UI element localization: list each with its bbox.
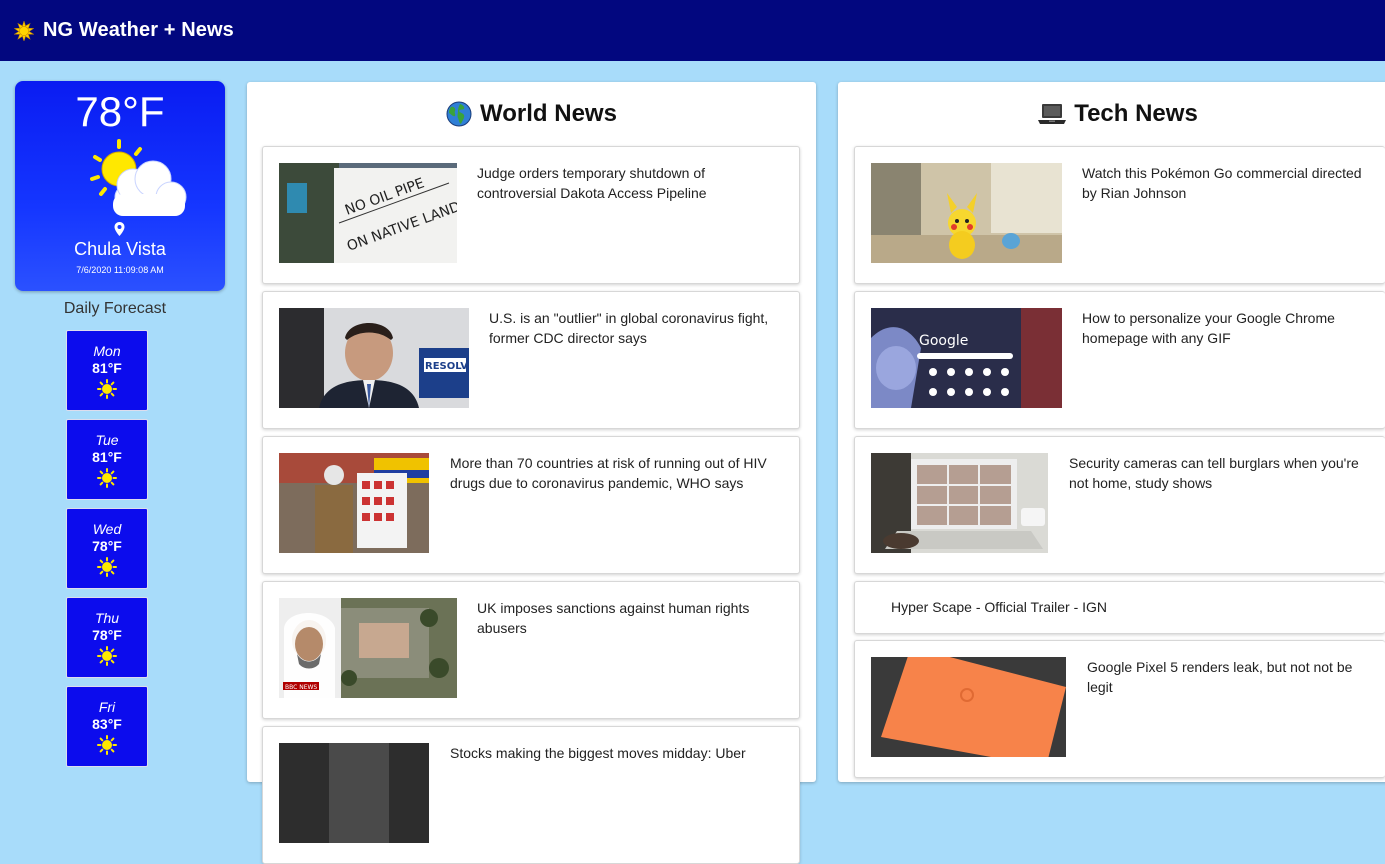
forecast-day-temp: 78°F [92, 627, 122, 643]
sun-icon [14, 20, 34, 41]
article-thumbnail [279, 743, 429, 843]
tech-news-title-text: Tech News [1074, 100, 1198, 127]
world-article-1[interactable]: NO OIL PIPE ON NATIVE LAND! Judge orders… [262, 146, 800, 284]
forecast-day-temp: 81°F [92, 360, 122, 376]
current-temperature: 78°F [75, 88, 165, 135]
forecast-day-name: Wed [92, 521, 122, 537]
app-title: NG Weather + News [43, 19, 234, 41]
article-thumbnail: Google [871, 308, 1062, 408]
article-thumbnail [871, 657, 1066, 757]
article-headline[interactable]: Stocks making the biggest moves midday: … [450, 743, 780, 763]
forecast-day-name: Thu [94, 610, 120, 626]
article-headline[interactable]: More than 70 countries at risk of runnin… [450, 453, 780, 493]
tech-news-title: Tech News [838, 96, 1385, 132]
forecast-day-mon[interactable]: Mon 81°F [66, 330, 148, 411]
article-thumbnail: RESOLVE [279, 308, 469, 408]
globe-icon [446, 101, 472, 127]
article-thumbnail: BBC NEWS [279, 598, 457, 698]
article-thumbnail [871, 163, 1062, 263]
forecast-heading: Daily Forecast [63, 300, 167, 317]
forecast-day-temp: 83°F [92, 716, 122, 732]
tech-article-2[interactable]: Google How to personalize your Google Ch… [854, 291, 1385, 429]
article-headline[interactable]: Hyper Scape - Official Trailer - IGN [891, 597, 1291, 617]
laptop-icon [1038, 104, 1067, 124]
article-headline[interactable]: Watch this Pokémon Go commercial directe… [1082, 163, 1372, 203]
article-thumbnail [871, 453, 1048, 553]
sun-icon [97, 735, 117, 755]
app-header: NG Weather + News [0, 0, 1385, 61]
tech-article-3[interactable]: Security cameras can tell burglars when … [854, 436, 1385, 574]
article-headline[interactable]: Security cameras can tell burglars when … [1069, 453, 1369, 493]
forecast-day-wed[interactable]: Wed 78°F [66, 508, 148, 589]
article-thumbnail [279, 453, 429, 553]
tech-article-4[interactable]: Hyper Scape - Official Trailer - IGN [854, 581, 1385, 634]
sun-icon [97, 646, 117, 666]
sun-icon [97, 468, 117, 488]
article-headline[interactable]: How to personalize your Google Chrome ho… [1082, 308, 1372, 348]
article-headline[interactable]: U.S. is an "outlier" in global coronavir… [489, 308, 779, 348]
sun-icon [97, 379, 117, 399]
world-article-5[interactable]: Stocks making the biggest moves midday: … [262, 726, 800, 864]
brand[interactable]: NG Weather + News [14, 19, 234, 42]
world-article-3[interactable]: More than 70 countries at risk of runnin… [262, 436, 800, 574]
sun-icon [97, 557, 117, 577]
forecast-day-name: Mon [93, 343, 121, 359]
world-article-4[interactable]: BBC NEWS UK imposes sanctions against hu… [262, 581, 800, 719]
svg-text:Google: Google [919, 333, 968, 349]
location-pin-icon [114, 222, 125, 236]
current-weather-card: 78°F Chula Vista 7/6/2020 11:09:08 AM [15, 81, 225, 291]
tech-article-5[interactable]: Google Pixel 5 renders leak, but not not… [854, 640, 1385, 778]
world-article-2[interactable]: RESOLVE U.S. is an "outlier" in global c… [262, 291, 800, 429]
current-datetime: 7/6/2020 11:09:08 AM [76, 265, 164, 275]
article-headline[interactable]: Judge orders temporary shutdown of contr… [477, 163, 777, 203]
forecast-day-temp: 81°F [92, 449, 122, 465]
article-headline[interactable]: Google Pixel 5 renders leak, but not not… [1087, 657, 1377, 697]
world-news-title-text: World News [480, 100, 617, 127]
forecast-day-fri[interactable]: Fri 83°F [66, 686, 148, 767]
forecast-day-tue[interactable]: Tue 81°F [66, 419, 148, 500]
svg-text:RESOLVE: RESOLVE [425, 361, 469, 372]
forecast-day-name: Fri [98, 699, 116, 715]
svg-text:BBC NEWS: BBC NEWS [285, 684, 317, 691]
tech-article-1[interactable]: Watch this Pokémon Go commercial directe… [854, 146, 1385, 284]
forecast-day-name: Tue [95, 432, 119, 448]
city-name: Chula Vista [74, 239, 166, 259]
world-news-title: World News [247, 96, 816, 132]
partly-cloudy-icon [90, 139, 187, 216]
article-headline[interactable]: UK imposes sanctions against human right… [477, 598, 777, 638]
forecast-day-temp: 78°F [92, 538, 122, 554]
forecast-day-thu[interactable]: Thu 78°F [66, 597, 148, 678]
article-thumbnail: NO OIL PIPE ON NATIVE LAND! [279, 163, 457, 263]
